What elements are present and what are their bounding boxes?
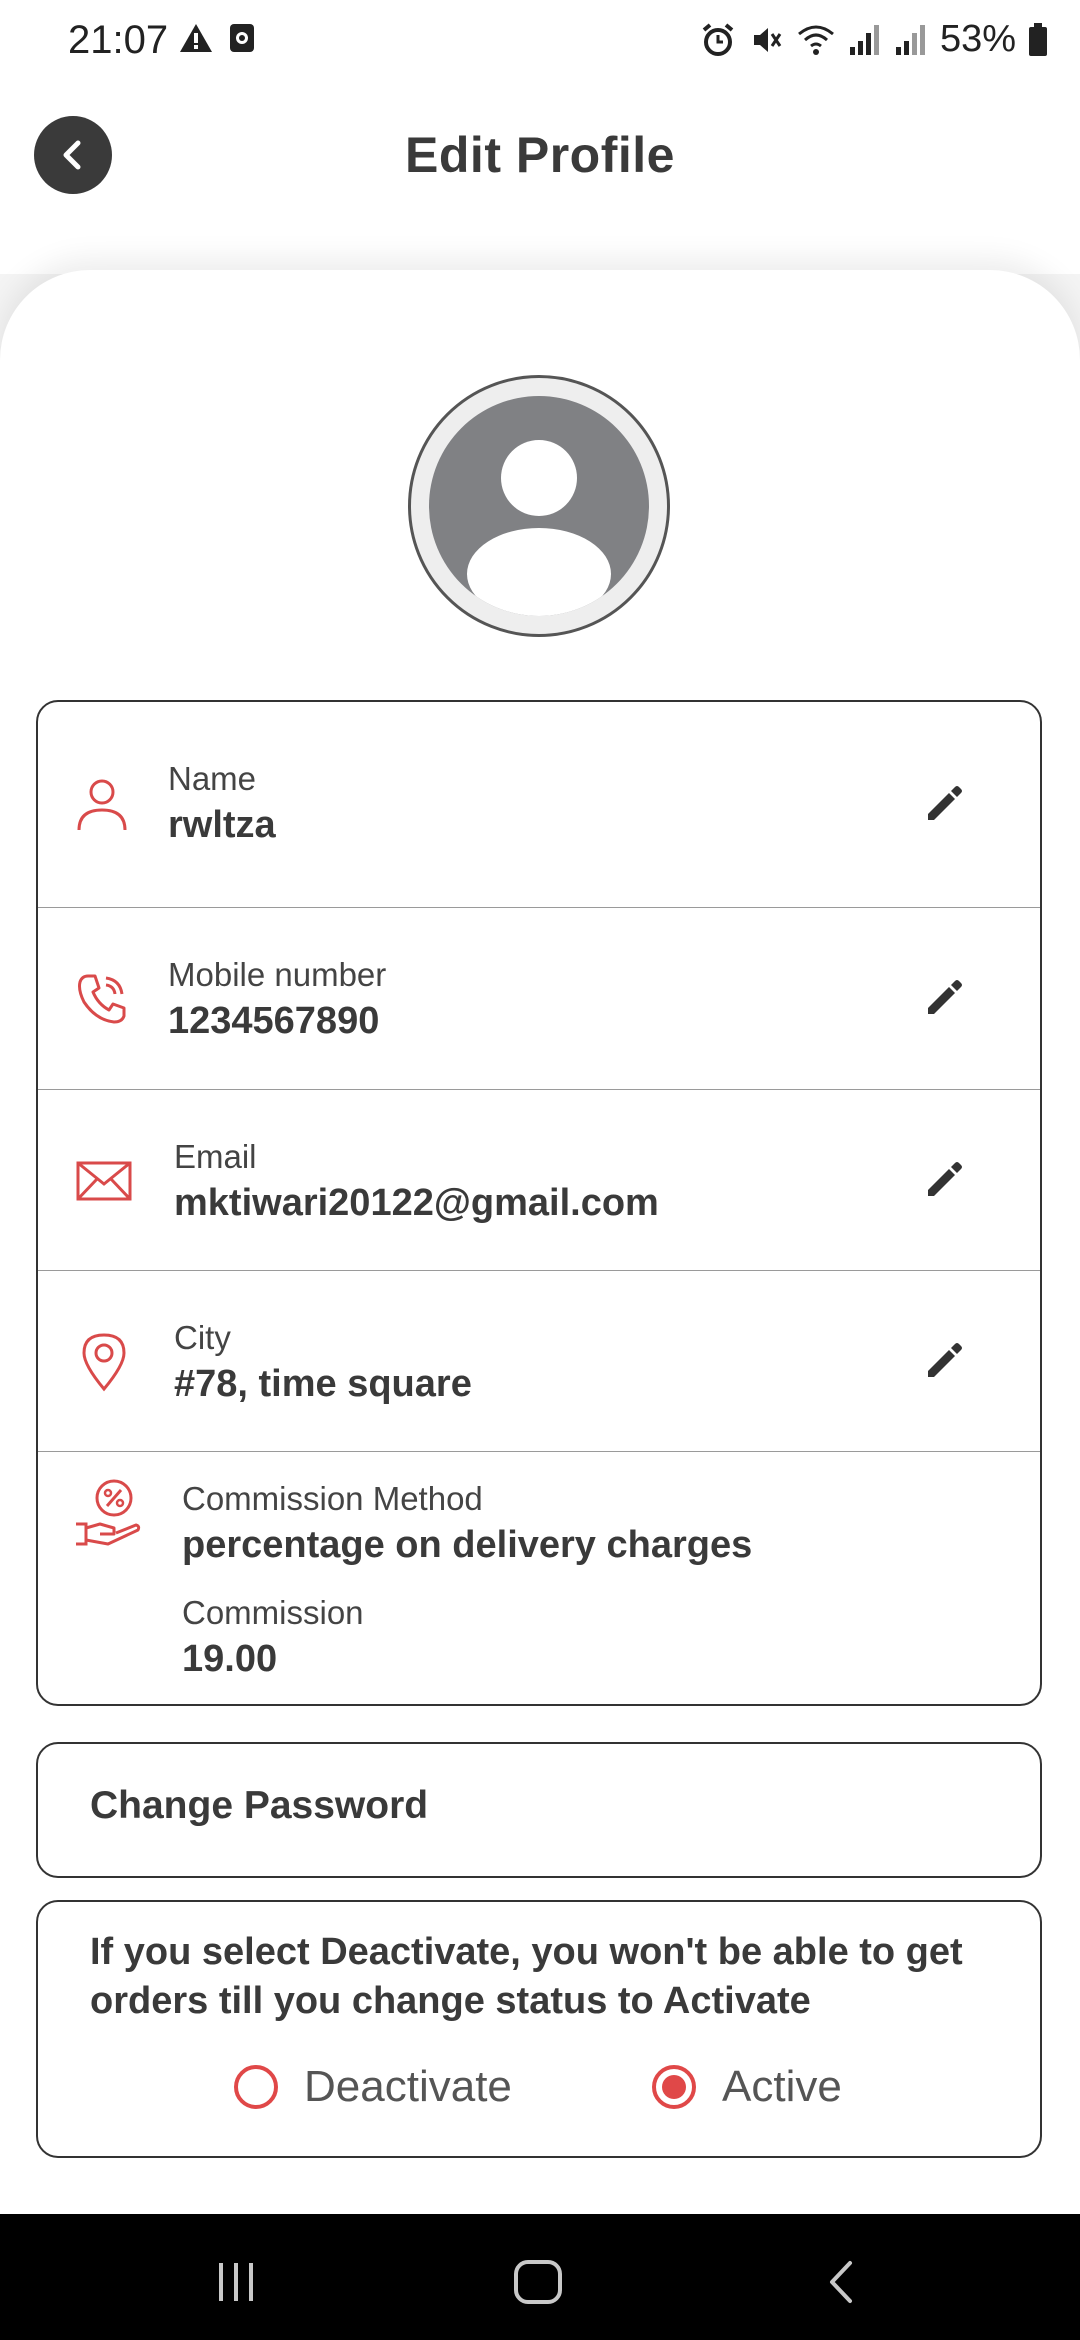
recent-apps-icon xyxy=(219,2263,253,2301)
edit-email-pencil-icon[interactable] xyxy=(922,1158,966,1202)
city-label: City xyxy=(174,1319,231,1356)
alarm-icon xyxy=(702,22,734,56)
wifi-icon xyxy=(797,25,834,55)
radio-active-dot xyxy=(662,2075,686,2099)
profile-sheet: Name rwltza Mobile number 1234567890 Ema… xyxy=(0,270,1080,2215)
profile-avatar[interactable] xyxy=(408,375,670,637)
commission-method-label: Commission Method xyxy=(182,1480,483,1517)
name-value: rwltza xyxy=(168,804,276,846)
screen-record-icon xyxy=(230,24,254,52)
battery-icon xyxy=(1029,22,1047,56)
profile-info-card: Name rwltza Mobile number 1234567890 Ema… xyxy=(36,700,1042,1706)
home-button[interactable] xyxy=(508,2252,568,2312)
email-value: mktiwari20122@gmail.com xyxy=(174,1182,659,1224)
mobile-row: Mobile number 1234567890 xyxy=(38,908,1040,1090)
status-bar: 21:07 53% xyxy=(0,0,1080,84)
status-note: If you select Deactivate, you won't be a… xyxy=(90,1931,963,2022)
mobile-label: Mobile number xyxy=(168,956,387,993)
edit-mobile-pencil-icon[interactable] xyxy=(922,976,966,1020)
commission-value: 19.00 xyxy=(182,1638,278,1680)
radio-deactivate-circle[interactable] xyxy=(234,2065,278,2109)
radio-deactivate[interactable]: Deactivate xyxy=(234,2062,512,2112)
name-label: Name xyxy=(168,760,257,797)
name-row: Name rwltza xyxy=(38,702,1040,908)
commission-hand-icon xyxy=(76,1479,141,1546)
phone-icon xyxy=(78,974,126,1024)
city-row: City #78, time square xyxy=(38,1271,1040,1452)
nav-back-button[interactable] xyxy=(812,2252,872,2312)
mute-icon xyxy=(753,27,782,52)
battery-percent: 53% xyxy=(939,18,1016,60)
system-nav-bar xyxy=(0,2214,1080,2340)
home-icon xyxy=(514,2260,562,2304)
signal-icon xyxy=(849,24,879,55)
commission-method-value: percentage on delivery charges xyxy=(182,1524,753,1566)
user-avatar-icon xyxy=(429,396,649,616)
city-value: #78, time square xyxy=(174,1363,472,1405)
radio-deactivate-label: Deactivate xyxy=(304,2062,512,2111)
person-icon xyxy=(77,779,127,831)
signal-icon xyxy=(895,24,925,55)
status-time: 21:07 xyxy=(68,18,169,62)
commission-row: Commission Method percentage on delivery… xyxy=(38,1452,1040,1706)
edit-name-pencil-icon[interactable] xyxy=(922,782,966,826)
warning-icon xyxy=(180,24,212,52)
email-row: Email mktiwari20122@gmail.com xyxy=(38,1090,1040,1271)
page-title: Edit Profile xyxy=(405,127,675,183)
change-password-button[interactable]: Change Password xyxy=(36,1742,1042,1878)
radio-active-circle[interactable] xyxy=(652,2065,696,2109)
header: Edit Profile xyxy=(0,84,1080,274)
radio-active[interactable]: Active xyxy=(652,2062,842,2112)
recent-apps-button[interactable] xyxy=(206,2252,266,2312)
edit-city-pencil-icon[interactable] xyxy=(922,1339,966,1383)
location-pin-icon xyxy=(82,1333,126,1392)
back-icon xyxy=(830,2261,852,2303)
email-label: Email xyxy=(174,1138,257,1175)
mobile-value: 1234567890 xyxy=(168,1000,380,1042)
mail-icon xyxy=(76,1161,132,1201)
radio-active-label: Active xyxy=(722,2062,842,2111)
account-status-card: If you select Deactivate, you won't be a… xyxy=(36,1900,1042,2158)
change-password-label: Change Password xyxy=(90,1784,429,1827)
commission-label: Commission xyxy=(182,1594,364,1631)
